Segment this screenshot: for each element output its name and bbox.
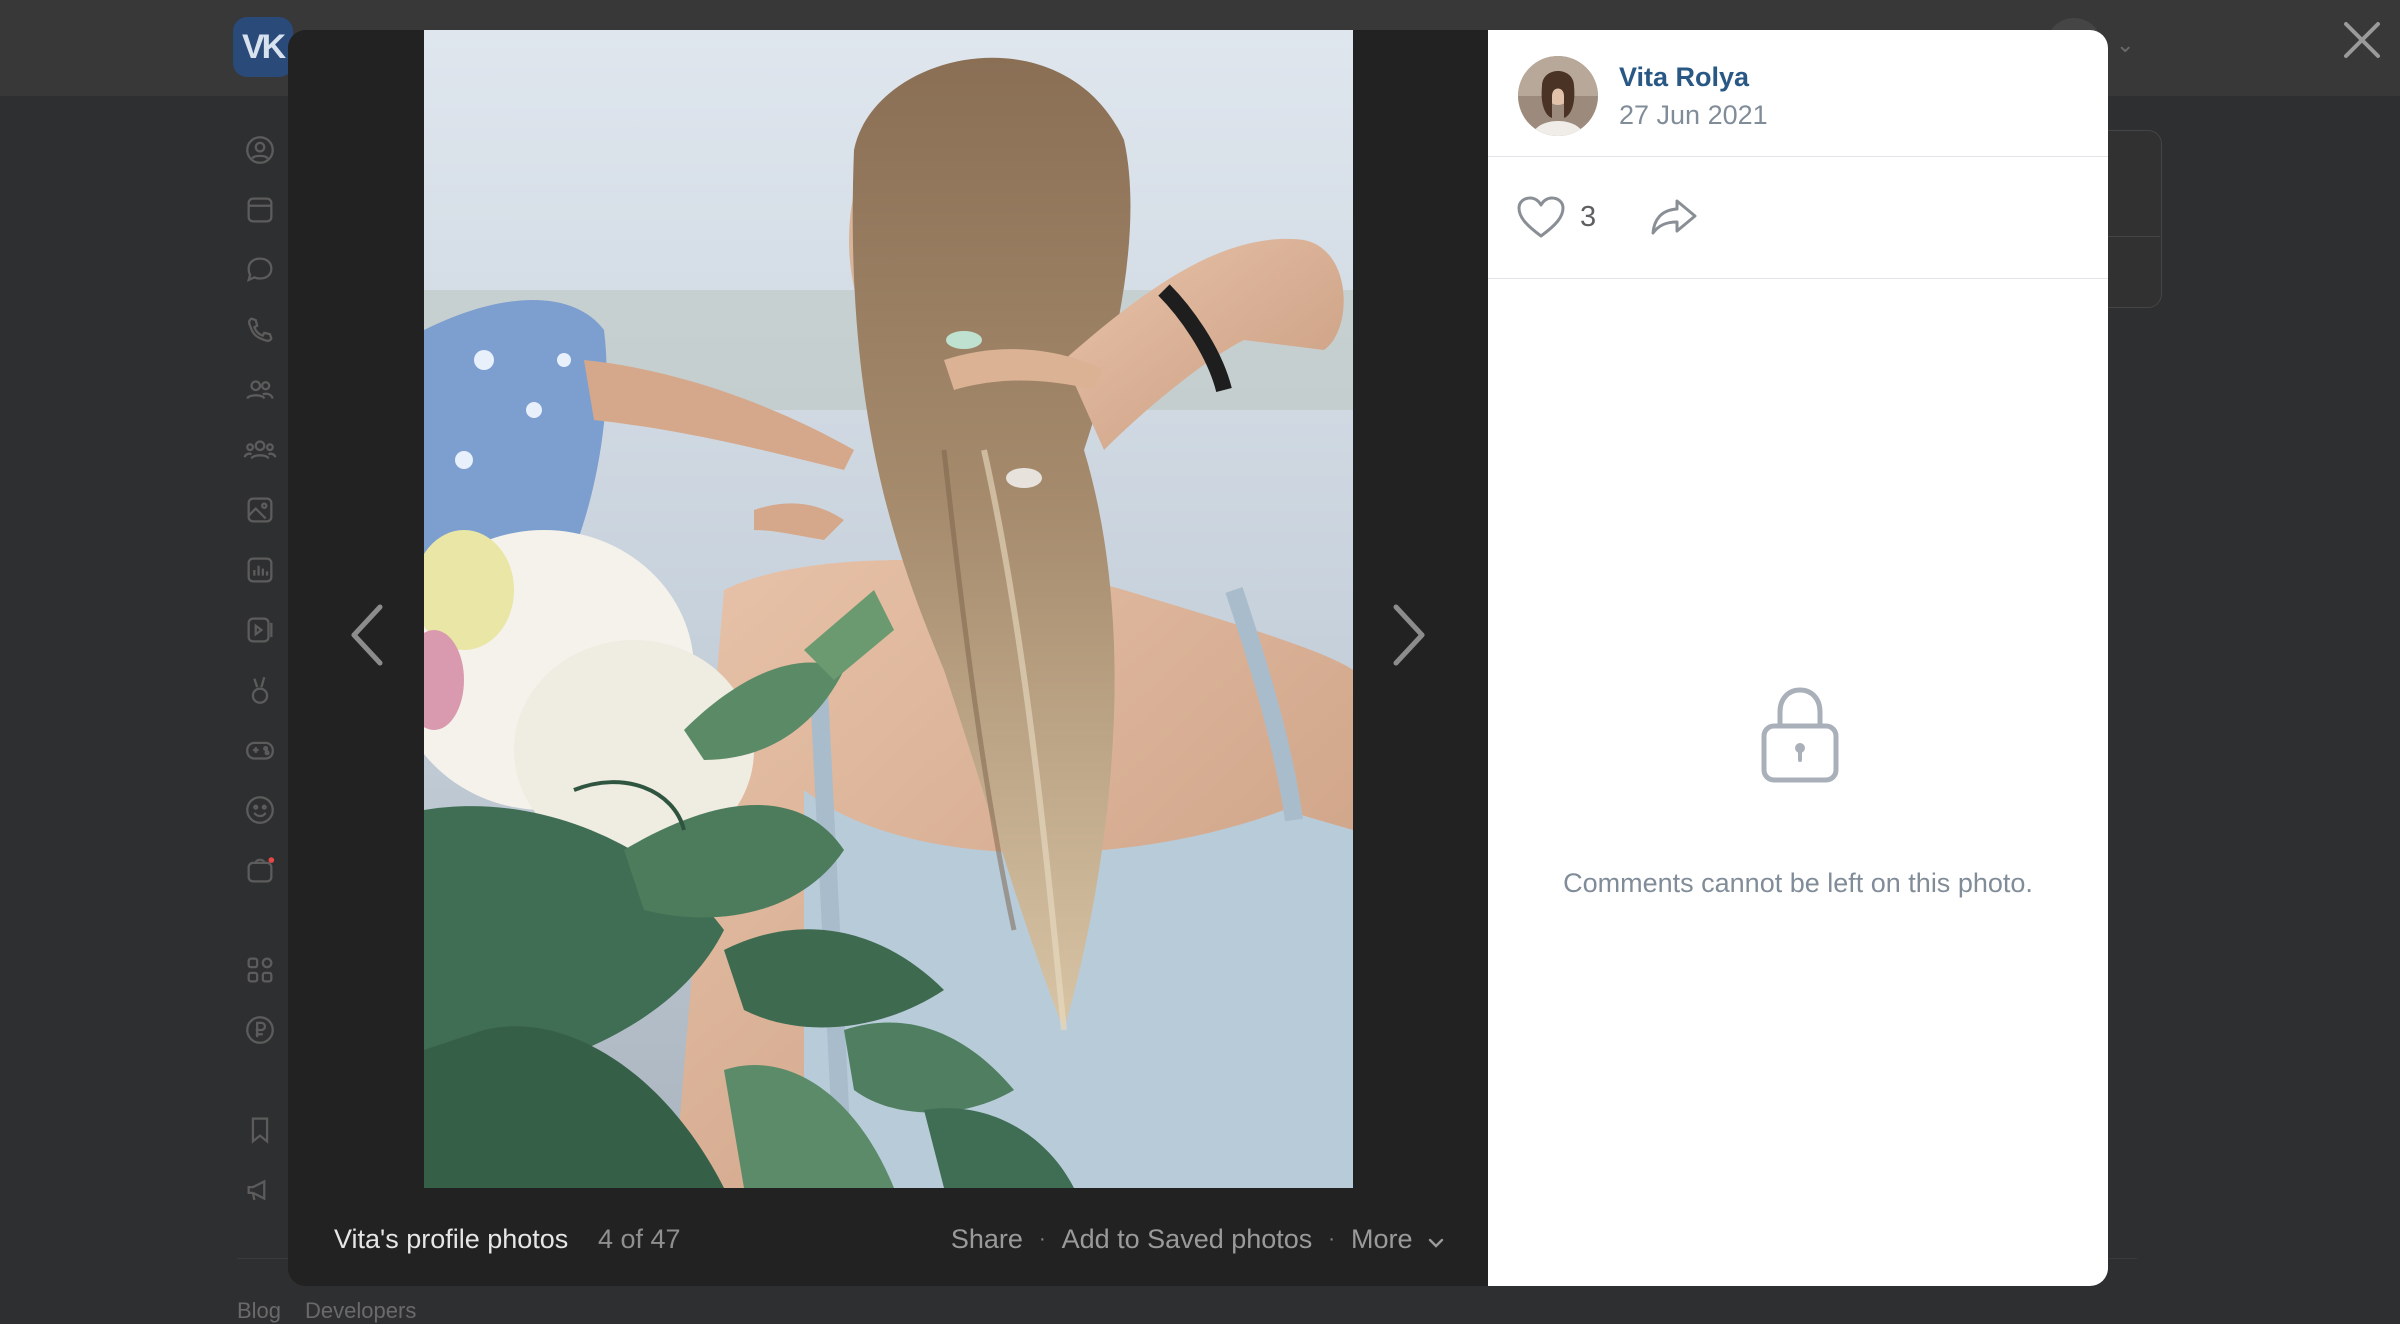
photo-info-panel: Vita Rolya 27 Jun 2021 3 Comments cannot… — [1488, 30, 2108, 1286]
post-date[interactable]: 27 Jun 2021 — [1619, 100, 1768, 131]
lock-icon — [1761, 687, 1839, 783]
photo-counter: 4 of 47 — [598, 1224, 681, 1254]
communities-icon — [232, 430, 288, 470]
messages-icon — [232, 250, 288, 290]
album-title[interactable]: Vita's profile photos — [334, 1224, 568, 1255]
photo-actions: Share · Add to Saved photos · More — [951, 1224, 1444, 1255]
friends-icon — [232, 370, 288, 410]
photo-pane: Vita's profile photos 4 of 47 Share · Ad… — [288, 30, 1488, 1286]
news-icon — [232, 190, 288, 230]
more-label: More — [1350, 1224, 1413, 1254]
services-icon — [232, 950, 288, 990]
photo-viewer: Vita's profile photos 4 of 47 Share · Ad… — [288, 30, 2108, 1286]
vk-logo: VK — [233, 17, 293, 77]
vk-logo-text: VK — [242, 28, 286, 66]
comments-locked-message: Comments cannot be left on this photo. — [1563, 868, 2033, 898]
more-button[interactable]: More — [1351, 1224, 1444, 1255]
footer-link-developers: Developers — [305, 1298, 417, 1323]
chevron-left-icon — [351, 604, 383, 666]
payments-icon — [232, 1010, 288, 1050]
reactions-bar: 3 — [1488, 156, 2108, 279]
heart-icon — [1517, 196, 1565, 238]
photo-image — [424, 30, 1353, 1188]
games-icon — [232, 730, 288, 770]
photos-icon — [232, 490, 288, 530]
market-icon — [232, 850, 288, 890]
share-button[interactable] — [1648, 194, 1700, 240]
separator-dot: · — [1038, 1228, 1046, 1250]
video-icon — [232, 610, 288, 650]
author-name-link[interactable]: Vita Rolya — [1619, 62, 1749, 93]
close-icon — [2344, 22, 2380, 58]
share-link[interactable]: Share — [951, 1224, 1023, 1255]
stickers-icon — [232, 790, 288, 830]
author-row: Vita Rolya 27 Jun 2021 — [1488, 30, 2108, 157]
background-footer-links: Blog Developers — [237, 1298, 440, 1324]
previous-photo-button[interactable] — [328, 570, 408, 700]
add-to-saved-link[interactable]: Add to Saved photos — [1062, 1224, 1313, 1255]
header-chevron-down-icon: ⌄ — [2116, 32, 2135, 57]
profile-icon — [232, 130, 288, 170]
bookmarks-icon — [232, 1110, 288, 1150]
next-photo-button[interactable] — [1368, 570, 1448, 700]
footer-link-blog: Blog — [237, 1298, 282, 1323]
separator-dot: · — [1328, 1228, 1335, 1250]
photo-footer: Vita's profile photos 4 of 47 Share · Ad… — [288, 1188, 1488, 1286]
close-button[interactable] — [2336, 14, 2388, 66]
clips-icon — [232, 670, 288, 710]
photo[interactable] — [424, 30, 1353, 1188]
avatar[interactable] — [1518, 56, 1598, 136]
share-icon — [1651, 199, 1697, 235]
chevron-down-icon — [1428, 1238, 1444, 1248]
like-button[interactable]: 3 — [1516, 194, 1596, 240]
calls-icon — [232, 310, 288, 350]
like-count: 3 — [1580, 200, 1597, 233]
chevron-right-icon — [1393, 604, 1425, 666]
ads-icon — [232, 1170, 288, 1210]
music-icon — [232, 550, 288, 590]
avatar-image — [1518, 56, 1598, 136]
